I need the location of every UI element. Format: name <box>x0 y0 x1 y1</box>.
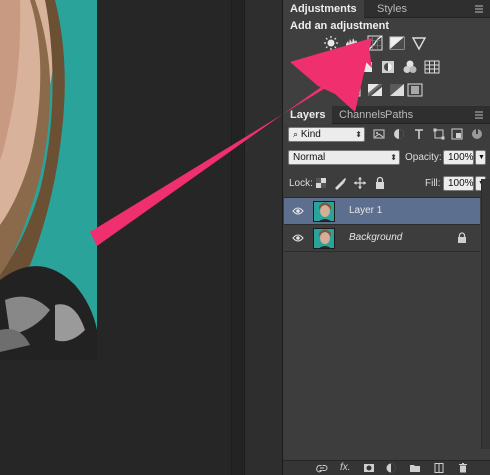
filter-toggle-icon[interactable] <box>470 127 484 141</box>
opacity-dropdown-button[interactable]: ▼ <box>475 150 486 165</box>
layers-panel: ⌕ Kind ⬍ Normal ⬍ Opacity: 100% ▼ Lock: … <box>283 124 490 475</box>
layer-list: Layer 1 Background <box>283 197 481 451</box>
fill-label: Fill: <box>425 178 441 189</box>
threshold-icon[interactable] <box>367 82 383 98</box>
link-layers-icon[interactable] <box>316 462 328 474</box>
curves-icon[interactable] <box>367 35 383 51</box>
exposure-icon[interactable] <box>389 35 405 51</box>
eye-icon[interactable] <box>292 233 304 243</box>
levels-icon[interactable] <box>345 35 361 51</box>
lock-position-icon[interactable] <box>353 176 367 190</box>
posterize-icon[interactable] <box>345 82 361 98</box>
opacity-input[interactable]: 100% <box>443 150 474 165</box>
panel-column: Adjustments Styles Add an adjustment Lay… <box>283 0 490 475</box>
layers-footer: fx. <box>283 460 490 475</box>
layer-row-background[interactable]: Background <box>284 225 480 252</box>
adjustment-layer-filter-icon[interactable] <box>392 127 406 141</box>
layer-thumbnail[interactable] <box>313 201 335 222</box>
layer-row-layer-1[interactable]: Layer 1 <box>284 198 480 225</box>
adjustments-tabbar: Adjustments Styles <box>283 0 490 18</box>
add-layer-mask-icon[interactable] <box>363 462 375 474</box>
photo-filter-icon[interactable] <box>402 59 418 75</box>
portrait-photo <box>0 0 97 360</box>
search-icon: ⌕ <box>293 129 299 139</box>
opacity-label: Opacity: <box>405 152 442 163</box>
black-white-icon[interactable] <box>380 59 396 75</box>
layers-tabbar: Layers Channels Paths <box>283 106 490 124</box>
pixel-layer-filter-icon[interactable] <box>372 127 386 141</box>
hue-saturation-icon[interactable] <box>336 59 352 75</box>
new-layer-icon[interactable] <box>433 462 445 474</box>
blend-mode-value: Normal <box>293 152 326 163</box>
vibrance-icon[interactable] <box>411 35 427 51</box>
panel-menu-icon[interactable] <box>472 2 486 16</box>
type-layer-filter-icon[interactable] <box>412 127 426 141</box>
eye-icon[interactable] <box>292 206 304 216</box>
layer-filter-kind-select[interactable]: ⌕ Kind ⬍ <box>288 127 365 142</box>
selective-color-icon[interactable] <box>407 82 423 98</box>
tab-styles[interactable]: Styles <box>370 0 414 18</box>
layers-scrollbar[interactable] <box>481 179 490 449</box>
document-image[interactable] <box>0 0 97 360</box>
new-group-icon[interactable] <box>409 462 421 474</box>
smart-object-filter-icon[interactable] <box>450 127 464 141</box>
fill-value: 100% <box>448 178 474 189</box>
chevron-down-icon: ▼ <box>478 154 485 161</box>
lock-label: Lock: <box>289 178 313 189</box>
color-balance-icon[interactable] <box>358 59 374 75</box>
tab-adjustments[interactable]: Adjustments <box>283 0 364 18</box>
layer-filter-value: Kind <box>300 129 321 140</box>
portrait-thumbnail-image <box>314 229 334 248</box>
adjustments-heading: Add an adjustment <box>290 20 390 32</box>
document-canvas[interactable] <box>0 0 283 475</box>
gradient-map-icon[interactable] <box>389 82 405 98</box>
portrait-thumbnail-image <box>314 202 334 221</box>
fill-input[interactable]: 100% <box>443 176 474 191</box>
add-layer-style-button[interactable]: fx. <box>340 462 351 473</box>
new-adjustment-layer-icon[interactable] <box>385 462 397 474</box>
lock-image-pixels-icon[interactable] <box>333 176 347 190</box>
blend-mode-select[interactable]: Normal ⬍ <box>288 150 400 165</box>
lock-transparent-pixels-icon[interactable] <box>314 176 328 190</box>
lock-icon <box>458 232 466 243</box>
adjustments-panel: Add an adjustment <box>283 18 490 106</box>
chevron-updown-icon: ⬍ <box>390 153 397 162</box>
chevron-updown-icon: ⬍ <box>355 130 362 139</box>
layers-panel-menu-icon[interactable] <box>472 108 486 122</box>
layer-thumbnail[interactable] <box>313 228 335 249</box>
tab-layers[interactable]: Layers <box>283 106 333 124</box>
panel-dock-gutter <box>245 0 283 475</box>
lock-all-icon[interactable] <box>373 176 387 190</box>
shape-layer-filter-icon[interactable] <box>432 127 446 141</box>
opacity-value: 100% <box>448 152 474 163</box>
layer-name[interactable]: Layer 1 <box>349 205 382 216</box>
delete-layer-icon[interactable] <box>457 462 469 474</box>
color-lookup-icon[interactable] <box>424 59 440 75</box>
brightness-contrast-icon[interactable] <box>323 35 339 51</box>
layer-name[interactable]: Background <box>349 232 402 243</box>
canvas-vertical-scrollbar[interactable] <box>231 0 245 475</box>
tab-paths[interactable]: Paths <box>378 106 420 124</box>
